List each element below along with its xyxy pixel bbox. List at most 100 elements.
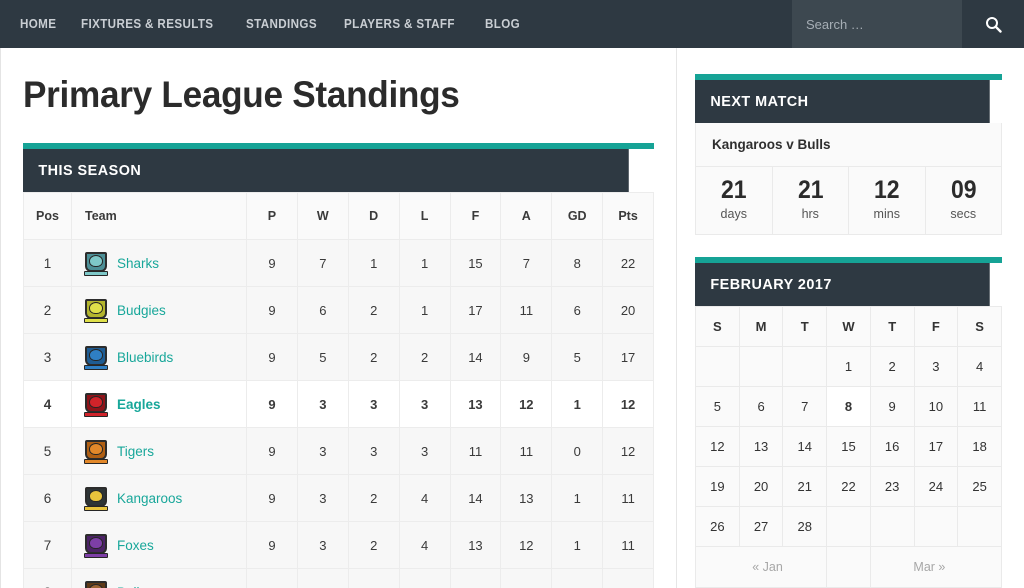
standings-col-a: A [500,192,553,240]
row-goals-for: 13 [449,521,502,569]
row-won: 3 [296,521,349,569]
calendar-day[interactable]: 21 [782,465,828,507]
row-position: 4 [23,380,72,428]
countdown-secs: 09 secs [926,167,1002,234]
row-points: 11 [602,521,654,569]
row-goals-against: 11 [500,427,553,475]
calendar-empty-cell [913,505,959,547]
nav-fixtures-results[interactable]: FIXTURES & RESULTS [81,17,213,31]
team-name-link[interactable]: Sharks [117,256,159,271]
standings-col-gd: GD [551,192,604,240]
calendar-day[interactable]: 28 [782,505,828,547]
standings-col-w: W [296,192,349,240]
row-played: 9 [246,239,298,287]
row-won: 3 [296,474,349,522]
calendar-nav-spacer [826,545,871,588]
calendar-day[interactable]: 20 [738,465,784,507]
row-position: 3 [23,333,72,381]
calendar-day[interactable]: 14 [782,425,828,467]
team-name-link[interactable]: Bulls [117,585,146,588]
calendar-day-today[interactable]: 8 [826,385,871,427]
team-name-link[interactable]: Kangaroos [117,491,182,506]
row-team-cell: Kangaroos [71,474,247,522]
calendar-day[interactable]: 15 [826,425,871,467]
calendar-day[interactable]: 9 [869,385,915,427]
calendar-day[interactable]: 17 [913,425,959,467]
team-name-link[interactable]: Bluebirds [117,350,173,365]
calendar-day[interactable]: 26 [695,505,740,547]
calendar-week-row: 19 20 21 22 23 24 25 [695,465,1002,507]
row-goals-against: 12 [500,380,553,428]
nav-blog[interactable]: BLOG [485,17,520,31]
countdown-label: hrs [801,206,819,221]
row-team-cell: Sharks [71,239,247,287]
countdown-hrs: 21 hrs [773,167,849,234]
calendar-day[interactable]: 1 [826,345,871,387]
calendar-empty-cell [782,345,828,387]
calendar-day[interactable]: 10 [913,385,959,427]
countdown-days: 21 days [696,167,773,234]
standings-col-pts: Pts [602,192,654,240]
calendar-prev-month-link[interactable]: « Jan [694,545,828,588]
team-name-link[interactable]: Foxes [117,538,154,553]
primary-nav: HOME FIXTURES & RESULTS STANDINGS PLAYERS &… [0,0,792,48]
row-goals-against: 7 [500,239,553,287]
row-points: 12 [602,427,654,475]
nav-home[interactable]: HOME [20,17,56,31]
calendar-day[interactable]: 11 [957,385,1002,427]
team-name-link[interactable]: Budgies [117,303,166,318]
row-goals-for: 17 [449,286,502,334]
standings-col-f: F [449,192,502,240]
calendar-body: 1 2 3 4 5 6 7 8 9 10 11 12 13 14 15 16 17 18 19 20 21 22 23 24 2… [695,345,1002,547]
countdown-label: secs [950,206,977,221]
team-cell: Budgies [84,298,246,323]
team-crest-icon [84,298,108,323]
calendar-empty-cell [869,505,915,547]
nav-players-staff[interactable]: PLAYERS & STAFF [344,17,455,31]
row-goal-difference: -6 [551,568,604,588]
row-team-cell: Budgies [71,286,247,334]
calendar-day[interactable]: 25 [957,465,1002,507]
top-navigation-bar: HOME FIXTURES & RESULTS STANDINGS PLAYERS &… [0,0,1024,48]
team-crest-icon [84,251,108,276]
calendar-day[interactable]: 2 [869,345,915,387]
row-drawn: 2 [347,474,400,522]
calendar-day[interactable]: 4 [957,345,1002,387]
row-team-cell: Foxes [71,521,247,569]
nav-standings[interactable]: STANDINGS [246,17,317,31]
search-input[interactable] [792,0,962,48]
row-goals-against: 18 [500,568,553,588]
row-team-cell: Bluebirds [71,333,247,381]
calendar-week-row: 26 27 28 [695,505,1002,547]
row-drawn: 2 [347,286,400,334]
row-lost: 4 [398,474,451,522]
calendar-day[interactable]: 5 [695,385,740,427]
calendar-next-month-link[interactable]: Mar » [869,545,1003,588]
calendar-day[interactable]: 23 [869,465,915,507]
calendar-day[interactable]: 19 [695,465,740,507]
calendar-day[interactable]: 13 [738,425,784,467]
team-name-link[interactable]: Eagles [117,397,161,412]
calendar-day[interactable]: 27 [738,505,784,547]
row-lost: 3 [398,380,451,428]
row-position: 2 [23,286,72,334]
row-goals-against: 13 [500,474,553,522]
calendar-day[interactable]: 24 [913,465,959,507]
calendar-day[interactable]: 16 [869,425,915,467]
row-goals-against: 11 [500,286,553,334]
calendar-day[interactable]: 12 [695,425,740,467]
calendar-day[interactable]: 3 [913,345,959,387]
row-drawn: 2 [347,568,400,588]
calendar-day[interactable]: 6 [738,385,784,427]
table-row: 2 Budgies 9 6 2 1 17 11 6 20 [23,286,654,334]
calendar-day[interactable]: 18 [957,425,1002,467]
table-row: 6 Kangaroos 9 3 2 4 14 13 1 11 [23,474,654,522]
calendar-day[interactable]: 22 [826,465,871,507]
search-submit-button[interactable] [962,0,1024,48]
row-goals-for: 14 [449,474,502,522]
team-name-link[interactable]: Tigers [117,444,154,459]
calendar-day[interactable]: 7 [782,385,828,427]
calendar-weekday-row: SMTWTFS [695,305,1002,347]
next-match-countdown: 21 days 21 hrs 12 mins 09 secs [696,167,1001,234]
countdown-mins: 12 mins [849,167,926,234]
